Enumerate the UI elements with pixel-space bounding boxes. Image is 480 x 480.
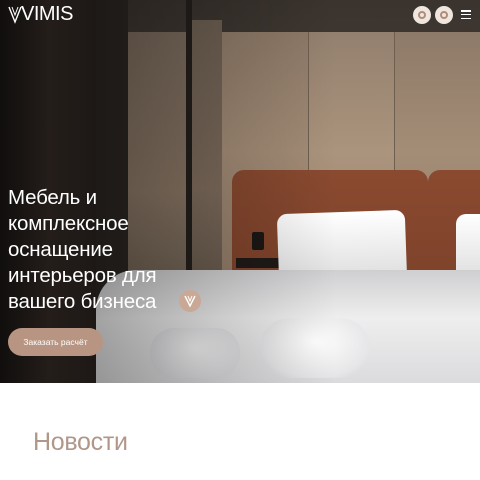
- header-circle-button[interactable]: [413, 6, 431, 24]
- site-logo[interactable]: VIMIS: [8, 3, 73, 25]
- news-section-title: Новости: [33, 428, 128, 456]
- circle-icon: [440, 11, 448, 19]
- order-estimate-button[interactable]: Заказать расчёт: [8, 328, 103, 356]
- hero-headline: Мебель и комплексное оснащение интерьеро…: [8, 185, 208, 315]
- vimis-v-logo-icon: [8, 6, 22, 24]
- hamburger-icon[interactable]: [461, 10, 471, 20]
- headline-line: оснащение: [8, 238, 113, 261]
- header-circle-button[interactable]: [435, 6, 453, 24]
- headline-line: комплексное: [8, 212, 129, 235]
- circle-icon: [418, 11, 426, 19]
- logo-text: VIMIS: [21, 3, 73, 25]
- v-logo-icon: [179, 290, 201, 312]
- headline-line: Мебель и: [8, 186, 97, 209]
- headline-line: интерьеров для: [8, 264, 157, 287]
- headline-line: вашего бизнеса: [8, 290, 157, 313]
